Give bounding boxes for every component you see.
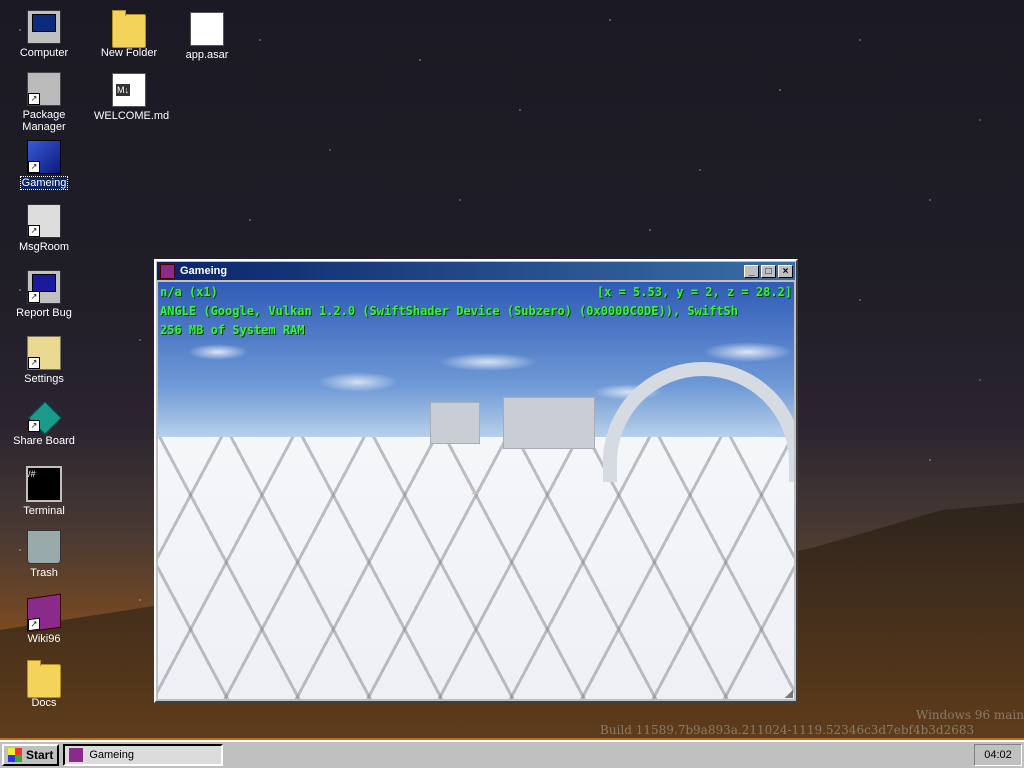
monitor-icon: ↗ (27, 270, 61, 304)
desktop-icon-label: Docs (31, 697, 57, 709)
windows-logo-icon (8, 748, 22, 762)
desktop-icon-share-board[interactable]: ↗ Share Board (8, 400, 80, 447)
cube-icon: ↗ (27, 140, 61, 174)
game-viewport[interactable]: + n/a (x1) [x = 5.53, y = 2, z = 28.2] A… (158, 282, 794, 699)
desktop-icon-welcome-md[interactable]: WELCOME.md (93, 73, 169, 122)
window-title: Gameing (180, 265, 228, 277)
gameing-app-icon (160, 263, 175, 279)
desktop-icon-label: app.asar (185, 49, 229, 61)
desktop-icon-computer[interactable]: Computer (8, 10, 80, 59)
desktop-icon-label: Share Board (13, 435, 75, 447)
desktop-icon-wiki96[interactable]: ↗ Wiki96 (8, 593, 80, 645)
wall-block (503, 397, 595, 449)
minimize-button[interactable]: _ (744, 264, 759, 278)
wall-block (430, 402, 480, 444)
taskbar-item-label: Gameing (89, 749, 134, 761)
taskbar-item-gameing[interactable]: Gameing (63, 744, 224, 766)
desktop-icon-label: Computer (19, 47, 69, 59)
taskbar-clock[interactable]: 04:02 (974, 744, 1022, 766)
taskbar: Start Gameing 04:02 (0, 740, 1024, 768)
hud-renderer: ANGLE (Google, Vulkan 1.2.0 (SwiftShader… (160, 304, 738, 318)
gameing-app-icon (69, 748, 84, 762)
desktop-icon-docs[interactable]: Docs (8, 660, 80, 709)
desktop-icon-app-asar[interactable]: app.asar (171, 12, 243, 61)
desktop-icon-label: Gameing (19, 176, 69, 190)
gameing-window[interactable]: Gameing _ □ × + n/a (x1) [x = 5.53, y = … (154, 259, 798, 703)
desktop-icon-label: Terminal (23, 505, 65, 517)
desktop-icon-terminal[interactable]: /# Terminal (8, 466, 80, 517)
markdown-file-icon (112, 73, 146, 107)
book-icon: ↗ (27, 593, 61, 633)
hud-fps: n/a (x1) (160, 285, 218, 299)
start-button[interactable]: Start (2, 744, 60, 766)
desktop-icon-label: Wiki96 (27, 633, 61, 645)
desktop-icon-label: MsgRoom (18, 241, 70, 253)
desktop-icon-label: Trash (30, 567, 58, 579)
resize-grip[interactable] (785, 690, 793, 698)
desktop-icon-new-folder[interactable]: New Folder (93, 10, 165, 59)
chat-icon: ↗ (27, 204, 61, 238)
desktop-icon-report-bug[interactable]: ↗ Report Bug (8, 270, 80, 319)
desktop-icon-label: Report Bug (16, 307, 72, 319)
desktop-icon-package-manager[interactable]: ↗ Package Manager (8, 72, 80, 133)
folder-icon (112, 10, 146, 48)
close-button[interactable]: × (778, 264, 793, 278)
desktop-icon-label: WELCOME.md (94, 110, 170, 122)
desktop-icon-gameing[interactable]: ↗ Gameing (8, 140, 80, 190)
crosshair-icon: + (471, 485, 480, 501)
desktop-icon-label: Package Manager (22, 109, 66, 133)
hud-memory: 256 MB of System RAM (160, 323, 305, 337)
desktop-icon-trash[interactable]: Trash (8, 530, 80, 579)
os-build-watermark: Build 11589.7b9a893a.211024-1119.52346c3… (600, 723, 975, 737)
start-label: Start (26, 748, 54, 762)
file-icon (190, 12, 224, 46)
os-version-watermark: Windows 96 main (915, 708, 1024, 722)
folder-icon (27, 660, 61, 698)
desktop-icon-label: New Folder (100, 47, 158, 59)
trash-icon (27, 530, 61, 564)
desktop-icon-settings[interactable]: ↗ Settings (8, 336, 80, 385)
window-titlebar[interactable]: Gameing _ □ × (157, 262, 795, 280)
hud-coordinates: [x = 5.53, y = 2, z = 28.2] (596, 285, 792, 299)
package-manager-icon: ↗ (27, 72, 61, 106)
desktop-icon-msgroom[interactable]: ↗ MsgRoom (8, 204, 80, 253)
settings-folder-icon: ↗ (27, 336, 61, 370)
share-icon: ↗ (28, 400, 62, 435)
terminal-icon: /# (26, 466, 62, 502)
maximize-button[interactable]: □ (761, 264, 776, 278)
computer-icon (27, 10, 61, 44)
desktop-icon-label: Settings (24, 373, 64, 385)
